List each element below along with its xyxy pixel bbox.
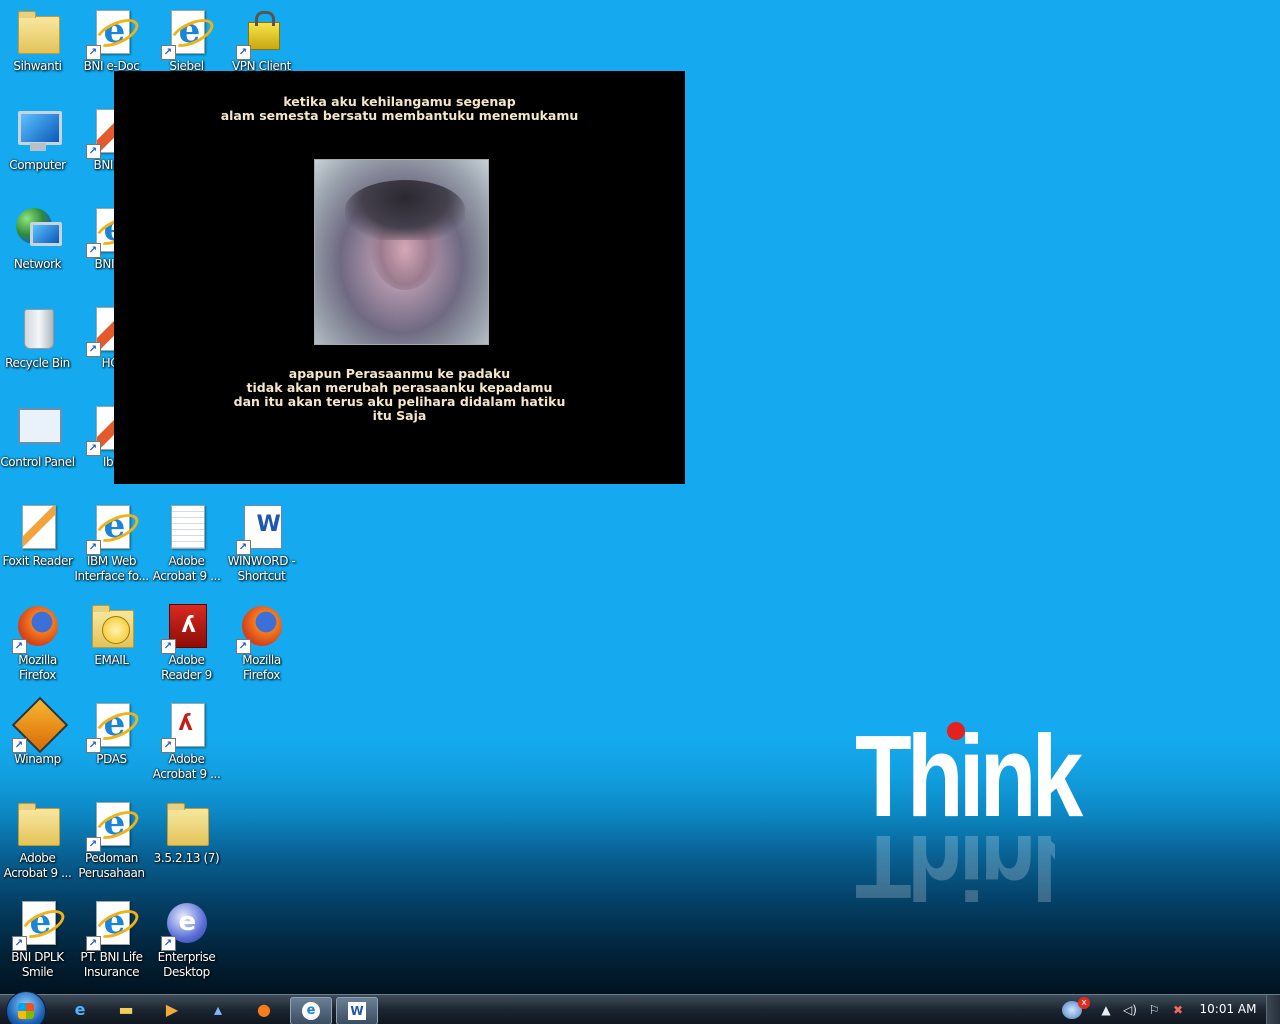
ie-window-icon: e [302, 1002, 320, 1020]
taskbar-explorer[interactable]: ▬ [106, 997, 146, 1023]
verse-top: ketika aku kehilangamu segenap alam seme… [220, 94, 579, 123]
desktop-icon-adobe-acrobat-pdf[interactable]: ʎ ↗ Adobe Acrobat 9 ... [149, 697, 224, 793]
icon-label: Recycle Bin [5, 356, 70, 370]
think-logo-dot [947, 722, 965, 740]
word-window-icon: W [348, 1002, 366, 1020]
desktop-icon-firefox-2[interactable]: ↗ Mozilla Firefox [224, 598, 299, 694]
icon-label: BNI DPLK Smile [11, 950, 64, 979]
desktop-icon-recycle-bin[interactable]: Recycle Bin [0, 301, 75, 397]
icon-label: Mozilla Firefox [242, 653, 281, 682]
desktop: Sihwanti Computer Network Recycle Bin Co… [0, 0, 1280, 994]
error-badge-icon: x [1078, 997, 1090, 1009]
icon-label: Adobe Acrobat 9 ... [152, 752, 221, 781]
desktop-icon-network[interactable]: Network [0, 202, 75, 298]
document-icon [170, 505, 205, 549]
desktop-icon-enterprise-desktop[interactable]: e ↗ Enterprise Desktop [149, 895, 224, 991]
desktop-icon-adobe-reader[interactable]: ʎ ↗ Adobe Reader 9 [149, 598, 224, 694]
computer-icon [17, 111, 62, 145]
firefox-icon: ● [257, 1000, 271, 1019]
desktop-icon-foxit-reader[interactable]: Foxit Reader [0, 499, 75, 595]
folder-icon [17, 803, 60, 846]
recycle-bin-icon [23, 309, 54, 349]
desktop-icon-ibm-web-interface[interactable]: e ↗ IBM Web Interface fo... [74, 499, 149, 595]
start-button[interactable] [6, 991, 46, 1024]
taskbar-ie-window[interactable]: e [290, 997, 332, 1024]
icon-label: Winamp [14, 752, 61, 766]
desktop-icon-winamp[interactable]: ↗ Winamp [0, 696, 75, 793]
taskbar-app[interactable]: ▴ [198, 997, 238, 1023]
desktop-icon-adobe-acrobat-doc[interactable]: Adobe Acrobat 9 ... [149, 499, 224, 595]
icon-label: IBM Web Interface fo... [74, 554, 149, 583]
desktop-icon-folder-35213[interactable]: 3.5.2.13 (7) [149, 796, 224, 892]
show-desktop-button[interactable] [1266, 995, 1280, 1024]
icon-label: Foxit Reader [2, 554, 73, 568]
show-hidden-icons-icon[interactable]: ▲ [1098, 1002, 1114, 1018]
icon-label: EMAIL [94, 653, 129, 667]
padlock-icon [247, 11, 280, 50]
icon-label: Network [13, 257, 62, 271]
verse-bottom: apapun Perasaanmu ke padaku tidak akan m… [233, 366, 566, 423]
folder-icon [166, 803, 209, 846]
taskbar-media-player[interactable]: ▶ [152, 997, 192, 1023]
icon-label: Control Panel [0, 455, 75, 469]
taskbar: e ▬ ▶ ▴ ● e W x ▲ ◁) ⚐ ✖ 10:01 AM [0, 991, 1280, 1024]
desktop-icon-winword[interactable]: W ↗ WINWORD - Shortcut [224, 499, 299, 595]
folder-icon [17, 11, 60, 54]
desktop-icon-sihwanti[interactable]: Sihwanti [0, 4, 75, 100]
desktop-icon-computer[interactable]: Computer [0, 103, 75, 199]
network-tray-icon[interactable]: x [1062, 997, 1090, 1019]
desktop-icon-control-panel[interactable]: Control Panel [0, 400, 75, 496]
screensaver-popup[interactable]: ketika aku kehilangamu segenap alam seme… [114, 71, 685, 484]
icon-label: WINWORD - Shortcut [227, 554, 296, 583]
think-logo-reflection-text: Think [855, 836, 1055, 916]
control-panel-icon [17, 408, 62, 444]
action-center-icon[interactable]: ⚐ [1146, 1002, 1162, 1018]
desktop-icon-pdas[interactable]: e ↗ PDAS [74, 697, 149, 793]
icon-label: Adobe Acrobat 9 ... [152, 554, 221, 583]
portrait-photo [314, 159, 489, 345]
think-logo-reflection: Think [855, 836, 1055, 916]
desktop-icon-adobe-acrobat-folder[interactable]: Adobe Acrobat 9 ... [0, 796, 75, 892]
desktop-icon-pt-bni-life[interactable]: e ↗ PT. BNI Life Insurance [74, 895, 149, 991]
think-logo-text: Think [855, 711, 1083, 841]
app-icon: ▴ [213, 1000, 223, 1019]
icon-label: Adobe Reader 9 [161, 653, 212, 682]
desktop-icon-email[interactable]: EMAIL [74, 598, 149, 694]
power-icon[interactable]: ✖ [1170, 1002, 1186, 1018]
icon-label: PDAS [96, 752, 127, 766]
media-player-icon: ▶ [165, 1000, 179, 1019]
desktop-icon-firefox[interactable]: ↗ Mozilla Firefox [0, 598, 75, 694]
foxit-icon [21, 505, 56, 549]
icon-label: Sihwanti [13, 59, 62, 73]
icon-label: Adobe Acrobat 9 ... [3, 851, 72, 880]
icon-label: Computer [9, 158, 66, 172]
desktop-icon-bni-dplk-smile[interactable]: e ↗ BNI DPLK Smile [0, 895, 75, 991]
explorer-folder-icon: ▬ [118, 1000, 134, 1019]
icon-label: Pedoman Perusahaan [78, 851, 145, 880]
think-logo: Think [855, 718, 1083, 838]
volume-icon[interactable]: ◁) [1122, 1002, 1138, 1018]
icon-label: Mozilla Firefox [18, 653, 57, 682]
desktop-icon-pedoman-perusahaan[interactable]: e ↗ Pedoman Perusahaan [74, 796, 149, 892]
windows-logo-icon [18, 1003, 34, 1019]
clock[interactable]: 10:01 AM [1196, 1002, 1260, 1016]
icon-label: 3.5.2.13 (7) [153, 851, 220, 865]
icon-label: Enterprise Desktop [157, 950, 216, 979]
taskbar-ie[interactable]: e [60, 997, 100, 1023]
icon-label: PT. BNI Life Insurance [80, 950, 143, 979]
taskbar-firefox[interactable]: ● [244, 997, 284, 1023]
internet-explorer-icon: e [74, 1000, 86, 1019]
taskbar-word-window[interactable]: W [336, 997, 378, 1024]
